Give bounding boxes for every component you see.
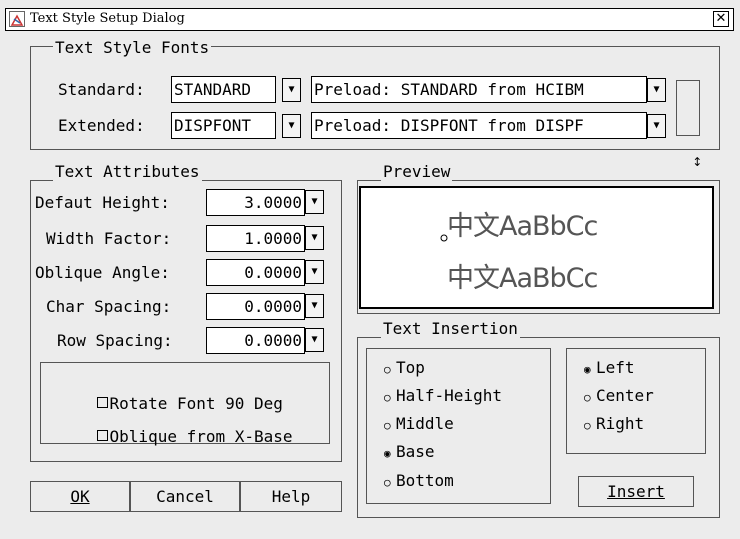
- preview-group-title: Preview: [381, 162, 453, 181]
- oblique-xbase-checkbox[interactable]: Oblique from X-Base: [58, 408, 293, 465]
- radio-center-label: Center: [596, 386, 654, 405]
- width-factor-field[interactable]: 1.0000: [206, 225, 305, 252]
- window-title: Text Style Setup Dialog: [30, 11, 185, 26]
- swap-fonts-button[interactable]: ↕: [676, 80, 702, 169]
- oblique-xbase-label: Oblique from X-Base: [109, 427, 293, 446]
- standard-font-field[interactable]: STANDARD: [171, 76, 276, 103]
- radio-middle-label: Middle: [396, 414, 454, 433]
- attr-label-width: Width Factor:: [46, 229, 172, 248]
- insert-button[interactable]: Insert: [578, 476, 694, 507]
- help-button[interactable]: Help: [240, 481, 342, 512]
- char-spacing-field[interactable]: 0.0000: [206, 293, 305, 320]
- cancel-label: Cancel: [156, 487, 214, 506]
- radio-icon: ○: [384, 363, 391, 376]
- standard-preload-dropdown[interactable]: ▼: [647, 78, 666, 102]
- width-factor-dropdown[interactable]: ▼: [305, 226, 324, 250]
- radio-icon: ○: [384, 476, 391, 489]
- ok-button[interactable]: OK: [30, 481, 130, 512]
- radio-bottom[interactable]: ○ Bottom: [384, 471, 454, 490]
- attr-label-char-spacing: Char Spacing:: [46, 297, 172, 316]
- char-spacing-dropdown[interactable]: ▼: [305, 294, 324, 318]
- radio-half-height-label: Half-Height: [396, 386, 502, 405]
- checkbox-icon: [96, 397, 108, 408]
- radio-right-label: Right: [596, 414, 645, 433]
- radio-half-height[interactable]: ○ Half-Height: [384, 386, 502, 405]
- height-field[interactable]: 3.0000: [206, 189, 305, 216]
- radio-center[interactable]: ○ Center: [584, 386, 654, 405]
- radio-middle[interactable]: ○ Middle: [384, 414, 454, 433]
- radio-selected-icon: ◉: [384, 447, 391, 460]
- radio-bottom-label: Bottom: [396, 471, 454, 490]
- ok-label: OK: [70, 487, 90, 506]
- extended-label: Extended:: [58, 116, 145, 135]
- insertion-point-icon: [440, 234, 448, 242]
- radio-left-label: Left: [596, 358, 635, 377]
- attr-label-row-spacing: Row Spacing:: [57, 331, 173, 350]
- height-dropdown[interactable]: ▼: [305, 190, 324, 214]
- extended-font-field[interactable]: DISPFONT: [171, 112, 276, 139]
- text-style-setup-dialog: Text Style Setup Dialog ✕ Text Style Fon…: [0, 0, 740, 539]
- insertion-group-title: Text Insertion: [381, 319, 520, 338]
- radio-top-label: Top: [396, 358, 425, 377]
- radio-top[interactable]: ○ Top: [384, 358, 425, 377]
- radio-icon: ○: [584, 419, 591, 432]
- radio-icon: ○: [384, 391, 391, 404]
- radio-base[interactable]: ◉ Base: [384, 442, 435, 461]
- oblique-angle-dropdown[interactable]: ▼: [305, 260, 324, 284]
- checkbox-icon: [96, 430, 108, 441]
- radio-left[interactable]: ◉ Left: [584, 358, 635, 377]
- extended-preload-field[interactable]: Preload: DISPFONT from DISPF: [311, 112, 647, 139]
- attributes-group-title: Text Attributes: [53, 162, 202, 181]
- help-label: Help: [271, 487, 311, 506]
- updown-arrow-icon: ↕: [692, 155, 703, 169]
- standard-label: Standard:: [58, 80, 145, 99]
- close-button[interactable]: ✕: [713, 11, 729, 27]
- attr-label-height: Defaut Height:: [35, 193, 170, 212]
- row-spacing-dropdown[interactable]: ▼: [305, 328, 324, 352]
- attr-label-oblique: Oblique Angle:: [35, 263, 170, 282]
- extended-preload-dropdown[interactable]: ▼: [647, 114, 666, 138]
- cancel-button[interactable]: Cancel: [130, 481, 240, 512]
- app-icon: [9, 11, 25, 27]
- title-bar[interactable]: Text Style Setup Dialog ✕: [5, 8, 734, 31]
- standard-font-dropdown[interactable]: ▼: [282, 78, 301, 102]
- radio-base-label: Base: [396, 442, 435, 461]
- preview-line-1: 中文AaBbCc: [447, 211, 598, 242]
- standard-preload-field[interactable]: Preload: STANDARD from HCIBM: [311, 76, 647, 103]
- radio-right[interactable]: ○ Right: [584, 414, 644, 433]
- radio-selected-icon: ◉: [584, 363, 591, 376]
- row-spacing-field[interactable]: 0.0000: [206, 327, 305, 354]
- radio-icon: ○: [384, 419, 391, 432]
- oblique-angle-field[interactable]: 0.0000: [206, 259, 305, 286]
- fonts-group-title: Text Style Fonts: [53, 38, 212, 57]
- preview-line-2: 中文AaBbCc: [447, 263, 598, 294]
- preview-area: 中文AaBbCc 中文AaBbCc: [359, 186, 714, 309]
- radio-icon: ○: [584, 391, 591, 404]
- extended-font-dropdown[interactable]: ▼: [282, 114, 301, 138]
- insert-label: Insert: [607, 482, 665, 501]
